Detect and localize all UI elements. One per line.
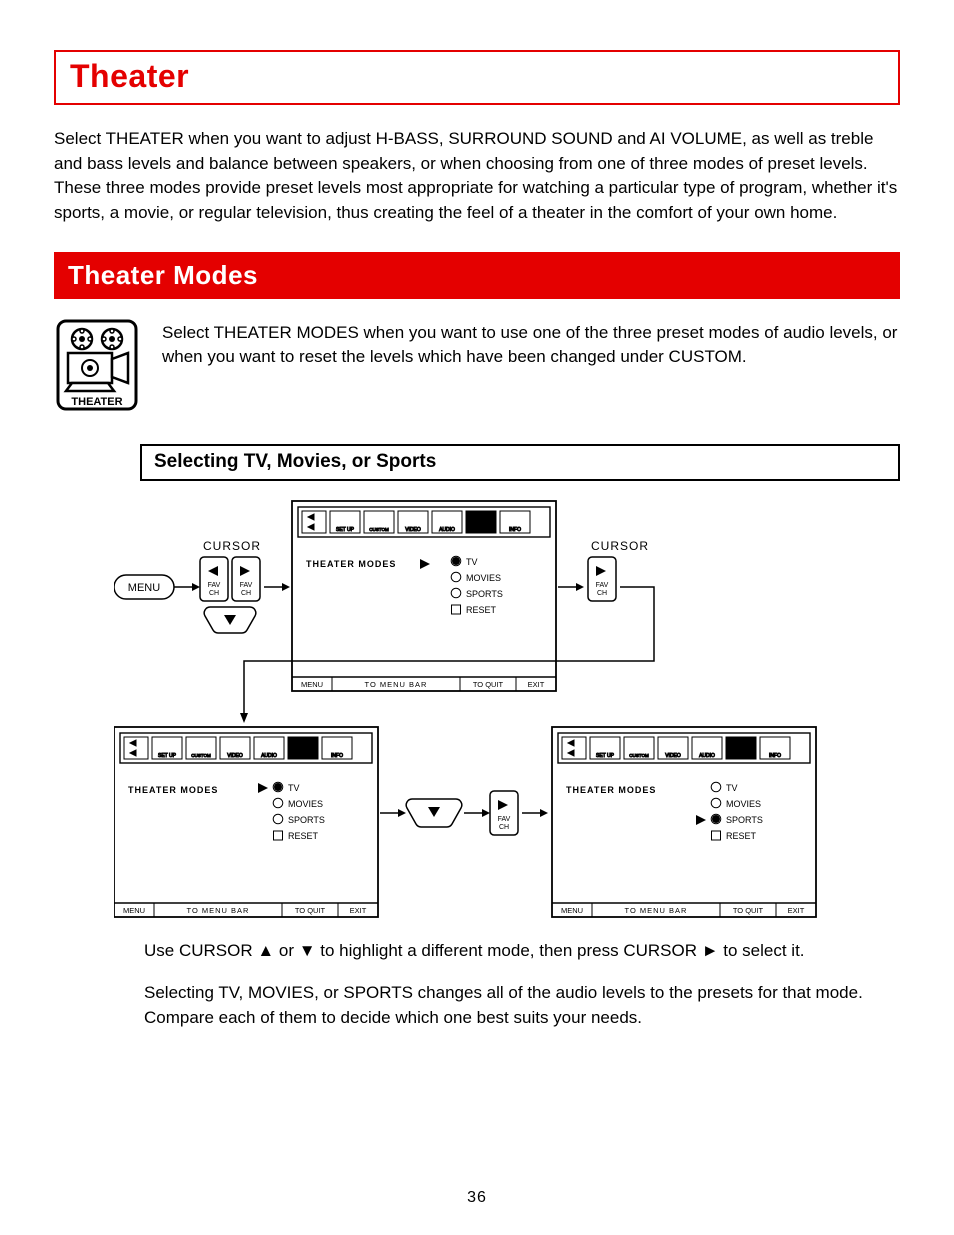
svg-text:THEATER: THEATER	[731, 753, 752, 758]
svg-text:MOVIES: MOVIES	[288, 799, 323, 809]
svg-text:AUDIO: AUDIO	[261, 753, 277, 759]
svg-text:MOVIES: MOVIES	[726, 799, 761, 809]
cursor-down-button-top	[204, 607, 256, 633]
svg-text:TO QUIT: TO QUIT	[733, 906, 764, 915]
flow-diagram: MENU CURSOR FAV CH FAV CH	[114, 495, 880, 925]
svg-text:SPORTS: SPORTS	[288, 815, 325, 825]
cursor-right-button-mid: FAV CH	[490, 791, 518, 835]
svg-text:FAV: FAV	[596, 582, 609, 589]
svg-text:SET UP: SET UP	[158, 753, 177, 759]
svg-text:TO MENU BAR: TO MENU BAR	[365, 680, 428, 689]
svg-text:EXIT: EXIT	[350, 906, 367, 915]
svg-text:FAV: FAV	[208, 582, 221, 589]
svg-text:CH: CH	[499, 824, 509, 831]
svg-text:EXIT: EXIT	[528, 680, 545, 689]
svg-text:THEATER: THEATER	[293, 753, 314, 758]
svg-text:TV: TV	[288, 783, 300, 793]
svg-text:MOVIES: MOVIES	[466, 573, 501, 583]
svg-text:MENU: MENU	[301, 680, 323, 689]
theater-modes-description: Select THEATER MODES when you want to us…	[162, 317, 900, 370]
menu-button: MENU	[114, 575, 174, 599]
svg-text:TV: TV	[726, 783, 738, 793]
svg-text:TO QUIT: TO QUIT	[295, 906, 326, 915]
svg-text:FAV: FAV	[240, 582, 253, 589]
cursor-left-button: FAV CH	[200, 557, 228, 601]
svg-text:THEATER MODES: THEATER MODES	[306, 559, 396, 569]
top-menu-screen: SET UP CUSTOM VIDEO AUDIO THEATER INFO T…	[292, 501, 556, 691]
svg-text:TV: TV	[466, 557, 478, 567]
cursor-hint: Use CURSOR ▲ or ▼ to highlight a differe…	[144, 939, 880, 964]
svg-text:MENU: MENU	[561, 906, 583, 915]
svg-text:THEATER: THEATER	[471, 527, 492, 532]
bottom-left-screen: SET UP CUSTOM VIDEO AUDIO THEATER INFO T…	[114, 727, 378, 917]
svg-text:THEATER: THEATER	[71, 396, 122, 408]
cursor-down-button-mid	[406, 799, 462, 827]
svg-text:INFO: INFO	[769, 753, 781, 759]
subheading: Selecting TV, Movies, or Sports	[140, 444, 900, 481]
svg-text:FAV: FAV	[498, 816, 511, 823]
svg-text:TO QUIT: TO QUIT	[473, 680, 504, 689]
theater-icon: THEATER	[54, 317, 140, 418]
cursor-label-right: CURSOR	[591, 539, 649, 553]
svg-text:CUSTOM: CUSTOM	[369, 527, 389, 532]
svg-text:EXIT: EXIT	[788, 906, 805, 915]
cursor-label-top: CURSOR	[203, 539, 261, 553]
svg-text:RESET: RESET	[288, 831, 319, 841]
svg-text:TO MENU BAR: TO MENU BAR	[625, 906, 688, 915]
cursor-right-button-2: FAV CH	[588, 557, 616, 601]
svg-text:VIDEO: VIDEO	[665, 753, 681, 759]
intro-paragraph: Select THEATER when you want to adjust H…	[54, 127, 900, 226]
svg-text:VIDEO: VIDEO	[227, 753, 243, 759]
svg-text:CH: CH	[209, 590, 219, 597]
svg-text:CH: CH	[241, 590, 251, 597]
svg-text:INFO: INFO	[509, 527, 521, 533]
svg-text:AUDIO: AUDIO	[439, 527, 455, 533]
section-heading: Theater Modes	[54, 252, 900, 299]
bottom-right-screen: SET UP CUSTOM VIDEO AUDIO THEATER INFO T…	[552, 727, 816, 917]
svg-text:SET UP: SET UP	[596, 753, 615, 759]
svg-text:THEATER MODES: THEATER MODES	[566, 785, 656, 795]
svg-text:MENU: MENU	[123, 906, 145, 915]
svg-text:CUSTOM: CUSTOM	[191, 753, 211, 758]
svg-text:TO MENU BAR: TO MENU BAR	[187, 906, 250, 915]
svg-text:AUDIO: AUDIO	[699, 753, 715, 759]
svg-text:SPORTS: SPORTS	[466, 589, 503, 599]
svg-text:RESET: RESET	[726, 831, 757, 841]
svg-text:CH: CH	[597, 590, 607, 597]
svg-text:SPORTS: SPORTS	[726, 815, 763, 825]
closing-paragraph: Selecting TV, MOVIES, or SPORTS changes …	[144, 981, 880, 1030]
svg-text:RESET: RESET	[466, 605, 497, 615]
cursor-right-button: FAV CH	[232, 557, 260, 601]
svg-text:INFO: INFO	[331, 753, 343, 759]
title-bar: Theater	[54, 50, 900, 105]
page-title: Theater	[70, 58, 189, 94]
svg-text:CUSTOM: CUSTOM	[629, 753, 649, 758]
svg-text:SET UP: SET UP	[336, 527, 355, 533]
svg-text:THEATER MODES: THEATER MODES	[128, 785, 218, 795]
svg-text:VIDEO: VIDEO	[405, 527, 421, 533]
page-number: 36	[0, 1189, 954, 1207]
svg-text:MENU: MENU	[128, 582, 160, 594]
